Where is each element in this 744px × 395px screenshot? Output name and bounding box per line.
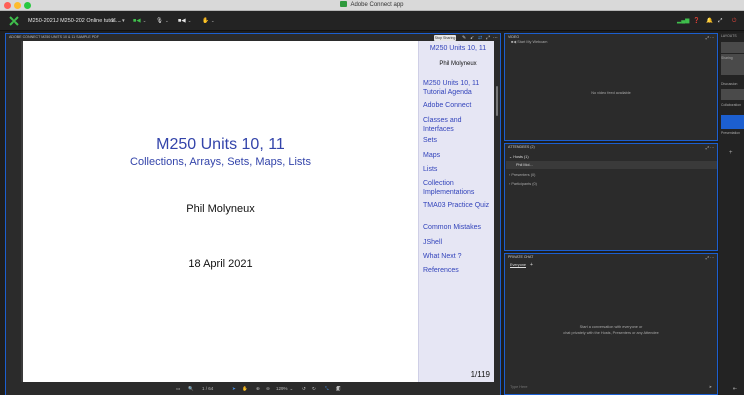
notifications-icon[interactable]: 🔔	[706, 16, 713, 26]
window-titlebar: Adobe Connect app	[0, 0, 744, 11]
chat-tab-everyone[interactable]: Everyone	[510, 263, 527, 268]
slide-author: Phil Molyneux	[186, 203, 255, 215]
rotate-right-icon[interactable]: ↻	[312, 385, 316, 392]
attendee-row[interactable]: Phil Mol...	[506, 161, 717, 169]
chat-empty-line-2: chat privately with the Hosts, Presenter…	[563, 331, 659, 335]
attendee-group-participants[interactable]: › Participants (0)	[509, 182, 537, 186]
zoom-in-icon[interactable]: ⊕	[256, 385, 260, 392]
layout-thumb-3[interactable]	[721, 64, 744, 75]
sidebar-item-references[interactable]: References	[423, 267, 493, 276]
attendees-pod: ATTENDEES (2) ⤢ ⋯ ⌄ Hosts (1) Phil Mol..…	[504, 143, 718, 251]
layout-collaboration-label: Collaboration	[721, 103, 741, 107]
page-indicator[interactable]: 1 / 64	[202, 385, 213, 392]
attendee-group-presenters[interactable]: › Presenters (0)	[509, 173, 535, 177]
download-icon[interactable]: 🗐	[336, 385, 341, 392]
attendee-group-hosts[interactable]: ⌄ Hosts (1)	[509, 154, 529, 159]
sidebar-item-author[interactable]: Phil Molyneux	[423, 60, 493, 69]
app-logo-icon	[8, 15, 20, 26]
camera-icon[interactable]: ■◀ ⌄	[178, 16, 191, 26]
help-icon[interactable]: ❓	[693, 16, 700, 26]
sidebar-item-what-next[interactable]: What Next ?	[423, 253, 493, 262]
send-icon[interactable]: ➤	[709, 384, 712, 389]
no-video-text: No video feed available	[591, 91, 631, 95]
slide-date: 18 April 2021	[188, 258, 253, 270]
layout-thumb-active[interactable]	[721, 115, 744, 129]
search-icon[interactable]: 🔍	[188, 385, 194, 392]
end-meeting-icon[interactable]: ⏻	[732, 16, 736, 26]
attendees-pod-menu-icon[interactable]: ⤢ ⋯	[706, 144, 714, 151]
layout-thumb-4[interactable]	[721, 89, 744, 100]
chat-input[interactable]: Type Here	[510, 385, 528, 389]
collapse-panel-icon[interactable]: ⇤	[733, 386, 737, 392]
adobe-connect-icon	[340, 1, 348, 7]
slide-page-number: 1/119	[470, 370, 490, 379]
add-layout-button[interactable]: +	[729, 150, 733, 156]
microphone-icon[interactable]: 🎙 ⌄	[156, 16, 169, 26]
fit-width-icon[interactable]: ⤡	[325, 385, 329, 392]
layout-discussion-label: Discussion	[721, 82, 738, 86]
chat-empty-line-1: Start a conversation with everyone or	[579, 325, 643, 329]
zoom-level[interactable]: 129% ⌄	[276, 385, 293, 392]
webcam-icon[interactable]: ■◀ ⌄	[133, 16, 146, 26]
video-pod-menu-icon[interactable]: ⤢ ⋯	[706, 34, 714, 41]
sidebar-item-lists[interactable]: Lists	[423, 166, 493, 175]
layouts-strip: LAYOUTS Sharing Discussion Collaboration…	[719, 33, 744, 395]
chat-pod-header: PRIVATE CHAT	[508, 255, 534, 259]
chat-pod-menu-icon[interactable]: ⤢ ⋯	[706, 254, 714, 261]
sidebar-item-title[interactable]: M250 Units 10, 11	[423, 45, 493, 54]
window-title: Adobe Connect app	[0, 1, 744, 8]
sidebar-item-adobe-connect[interactable]: Adobe Connect	[423, 102, 493, 111]
attendees-pod-header: ATTENDEES (2)	[508, 145, 535, 149]
video-pod: VIDEO ⤢ ⋯ ■◀ Start My Webcam No video fe…	[504, 33, 718, 141]
layouts-header: LAYOUTS	[721, 34, 737, 38]
signal-strength-icon: ▂▄▆	[677, 18, 690, 24]
sidebar-item-agenda[interactable]: M250 Units 10, 11 Tutorial Agenda	[423, 80, 493, 97]
layout-presentation-label: Presentation	[721, 131, 741, 135]
layout-sharing-label: Sharing	[721, 56, 733, 60]
share-pod-header: ADOBE CONNECT M250 UNITS 10 & 11 SAMPLE …	[6, 34, 500, 41]
sidebar-item-classes[interactable]: Classes and Interfaces	[423, 117, 493, 134]
sidebar-item-tma03[interactable]: TMA03 Practice Quiz	[423, 202, 493, 211]
add-chat-tab-button[interactable]: +	[530, 262, 533, 268]
sidebar-item-common-mistakes[interactable]: Common Mistakes	[423, 224, 493, 233]
zoom-out-icon[interactable]: ⊖	[266, 385, 270, 392]
main-toolbar: M250-2021J M250-202 Online tutor... ▼ ☷ ⌄ …	[0, 11, 744, 31]
share-pod: ADOBE CONNECT M250 UNITS 10 & 11 SAMPLE …	[5, 33, 501, 395]
share-pod-controls: ▭ 🔍 1 / 64 ➤ ✋ ⊕ ⊖ 129% ⌄ ↺ ↻ ⤡ 🗐	[6, 382, 500, 395]
thumbnails-icon[interactable]: ▭	[176, 385, 180, 392]
slide-subtitle: Collections, Arrays, Sets, Maps, Lists	[130, 156, 311, 168]
sidebar-scrollbar[interactable]	[494, 41, 500, 382]
sidebar-item-jshell[interactable]: JShell	[423, 239, 493, 248]
layout-grid-icon[interactable]: ☷ ⌄	[111, 16, 122, 26]
rotate-left-icon[interactable]: ↺	[302, 385, 306, 392]
slide-title: M250 Units 10, 11	[156, 136, 285, 153]
sidebar-item-maps[interactable]: Maps	[423, 152, 493, 161]
sidebar-item-collection-impl[interactable]: Collection Implementations	[423, 180, 493, 197]
hand-tool-icon[interactable]: ✋	[242, 385, 248, 392]
pointer-tool-icon[interactable]: ➤	[232, 385, 236, 392]
layout-thumb-1[interactable]	[721, 42, 744, 53]
raise-hand-icon[interactable]: ✋ ⌄	[202, 16, 215, 26]
slide-canvas: M250 Units 10, 11 Collections, Arrays, S…	[23, 41, 418, 382]
chat-pod: PRIVATE CHAT ⤢ ⋯ Everyone + Start a conv…	[504, 253, 718, 395]
slide-navigation-sidebar: M250 Units 10, 11 Phil Molyneux M250 Uni…	[418, 41, 494, 382]
sidebar-item-sets[interactable]: Sets	[423, 137, 493, 146]
fullscreen-icon[interactable]: ⤢	[718, 16, 722, 26]
right-column: VIDEO ⤢ ⋯ ■◀ Start My Webcam No video fe…	[504, 33, 718, 395]
start-webcam-button[interactable]: ■◀ Start My Webcam	[511, 39, 547, 44]
